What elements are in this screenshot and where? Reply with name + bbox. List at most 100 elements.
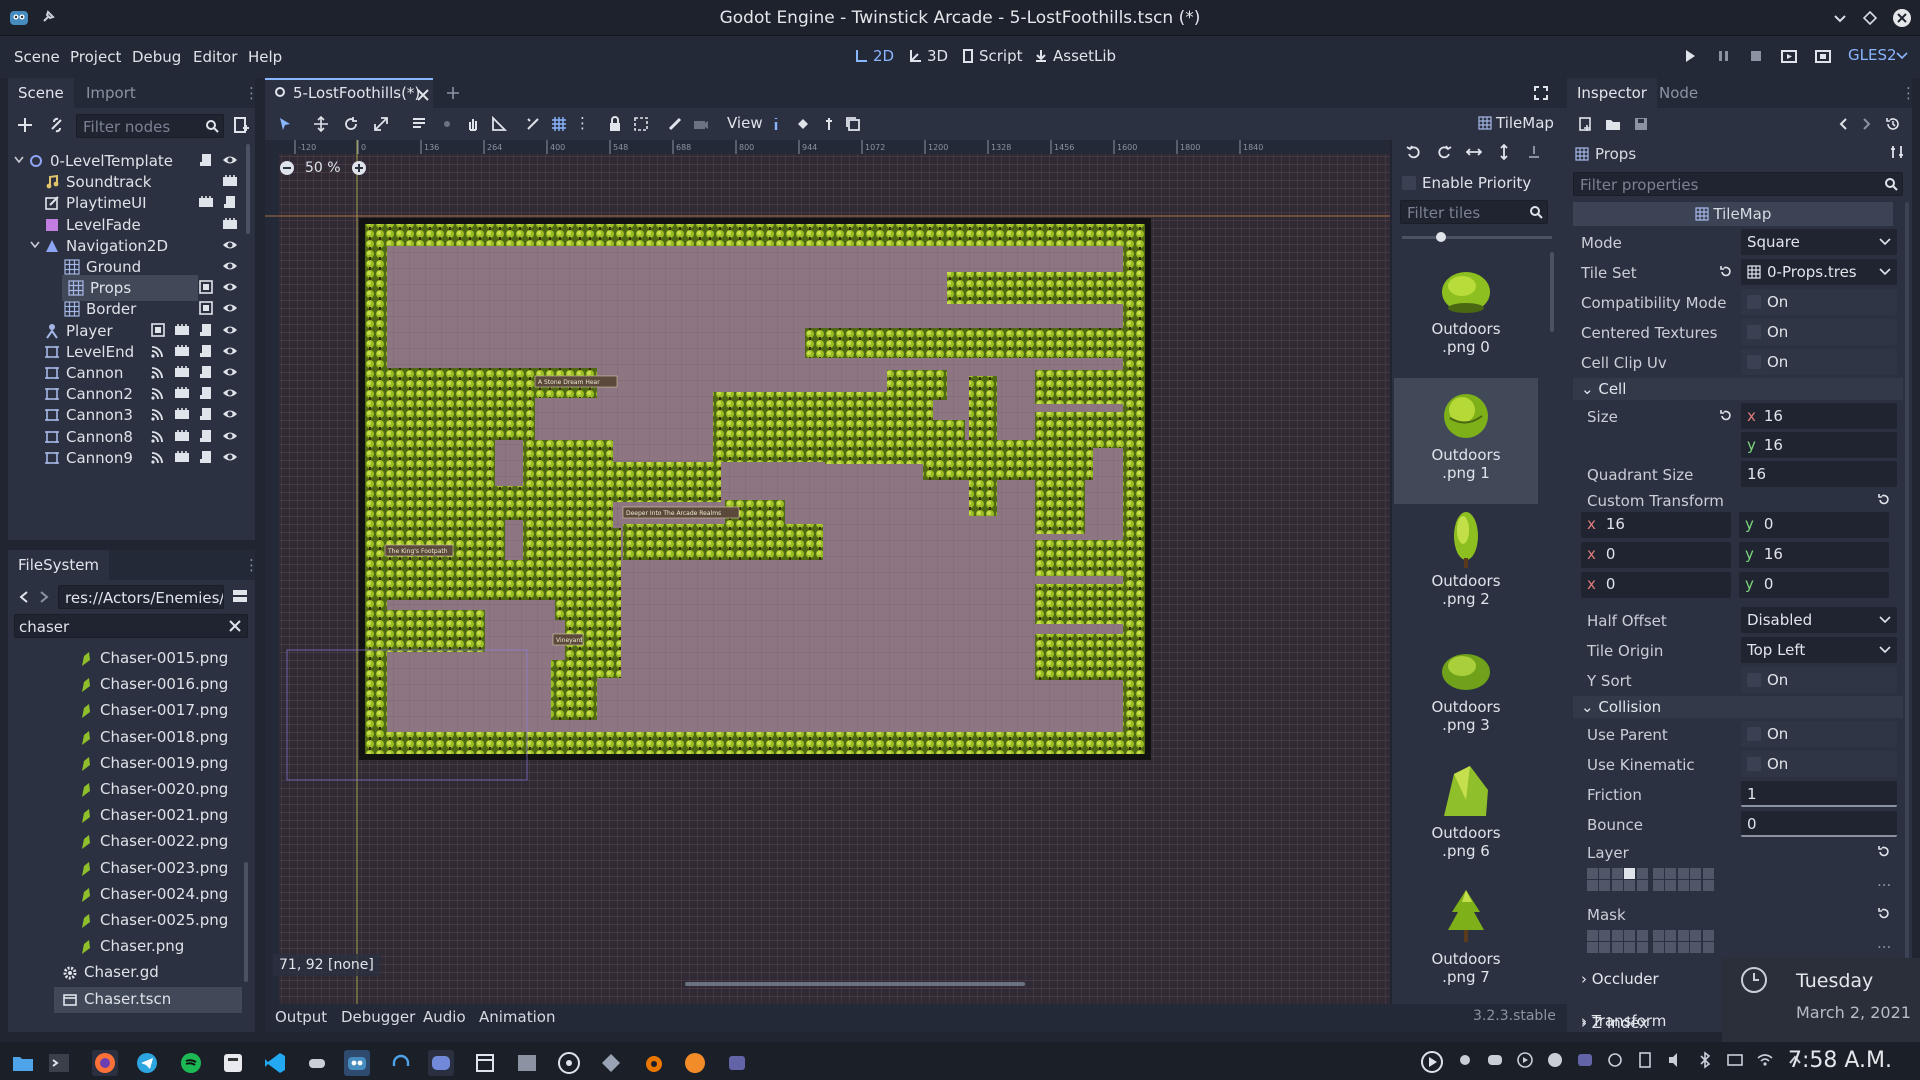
mark-icon[interactable] (198, 300, 214, 316)
mask-more-button[interactable]: ... (1877, 934, 1891, 952)
use-kinematic-checkbox[interactable]: On (1741, 751, 1897, 777)
film-icon[interactable] (222, 173, 238, 189)
canvas-viewport[interactable]: -120 0 136 264 400 548 688 800 944 1072 1200 1328 14… (265, 140, 1390, 1004)
bit-toggle[interactable] (1690, 880, 1702, 891)
attach-script-icon[interactable] (232, 116, 250, 134)
object-properties-icon[interactable] (1889, 144, 1905, 160)
bit-toggle[interactable] (1653, 868, 1664, 879)
game-controller-icon[interactable] (304, 1050, 330, 1076)
script-icon[interactable] (198, 343, 214, 359)
tab-filesystem[interactable]: FileSystem (8, 550, 110, 580)
editor-icon[interactable] (514, 1050, 540, 1076)
file-item[interactable]: Chaser-0024.png (70, 882, 242, 908)
pause-icon[interactable] (1716, 48, 1732, 64)
tab-node[interactable]: Node (1649, 78, 1708, 108)
renderer-chevron-icon[interactable] (1896, 52, 1908, 60)
signal-icon[interactable] (150, 406, 166, 422)
bit-toggle[interactable] (1702, 942, 1714, 953)
film-icon[interactable] (174, 449, 190, 465)
compat-checkbox[interactable]: On (1741, 289, 1897, 315)
filter-tiles-input[interactable]: Filter tiles (1400, 200, 1548, 224)
eye-icon[interactable] (222, 428, 238, 444)
bit-toggle[interactable] (1611, 868, 1623, 879)
tile-size-slider-handle[interactable] (1436, 232, 1446, 242)
date-notification[interactable]: Tuesday March 2, 2021 (1722, 958, 1920, 1042)
script-icon[interactable] (198, 322, 214, 338)
centered-checkbox[interactable]: On (1741, 319, 1897, 345)
clipuv-checkbox[interactable]: On (1741, 349, 1897, 375)
signal-icon[interactable] (150, 343, 166, 359)
bit-toggle[interactable] (1653, 930, 1664, 941)
film-icon[interactable] (174, 364, 190, 380)
film-icon[interactable] (174, 343, 190, 359)
instance-scene-icon[interactable] (48, 116, 66, 134)
film-icon[interactable] (222, 216, 238, 232)
instance-icon[interactable] (198, 152, 214, 168)
scale-mode-icon[interactable] (373, 116, 389, 132)
add-node-icon[interactable] (16, 116, 34, 134)
blender-icon[interactable] (640, 1050, 666, 1076)
signal-icon[interactable] (150, 449, 166, 465)
bit-toggle[interactable] (1624, 942, 1636, 953)
bit-toggle[interactable] (1690, 942, 1702, 953)
eye-icon[interactable] (222, 300, 238, 316)
use-parent-checkbox[interactable]: On (1741, 721, 1897, 747)
split-view-icon[interactable] (232, 588, 248, 604)
bit-toggle[interactable] (1677, 868, 1689, 879)
camera-icon[interactable] (693, 116, 709, 132)
film-icon[interactable] (174, 406, 190, 422)
scene-tab[interactable]: 5-LostFoothills(*) (265, 78, 433, 108)
layer-more-button[interactable]: ... (1877, 872, 1891, 890)
path-field[interactable]: res://Actors/Enemies/C (58, 585, 224, 609)
eye-icon[interactable] (222, 364, 238, 380)
move-mode-icon[interactable] (313, 116, 329, 132)
film-icon[interactable] (174, 428, 190, 444)
bit-toggle[interactable] (1690, 930, 1702, 941)
inspected-object[interactable]: Props (1575, 142, 1875, 166)
workspace-script-button[interactable]: Script (962, 47, 1023, 65)
new-tab-icon[interactable] (445, 85, 461, 101)
file-item[interactable]: Chaser.gd (54, 960, 242, 986)
filter-nodes-input[interactable]: Filter nodes (76, 114, 224, 138)
bit-toggle[interactable] (1624, 930, 1636, 941)
tab-scene[interactable]: Scene (8, 78, 74, 108)
menu-editor[interactable]: Editor (193, 48, 237, 66)
firefox-icon[interactable] (92, 1050, 118, 1076)
notes-icon[interactable] (220, 1050, 246, 1076)
tile-option[interactable]: Outdoors .png 2 (1394, 504, 1538, 630)
krita-icon[interactable] (598, 1050, 624, 1076)
info-icon[interactable] (771, 116, 781, 132)
terminal-icon[interactable] (46, 1050, 72, 1076)
file-item[interactable]: Chaser-0023.png (70, 856, 242, 882)
file-item[interactable]: Chaser-0019.png (70, 751, 242, 777)
smart-snap-icon[interactable] (525, 116, 541, 132)
spotify-icon[interactable] (178, 1050, 204, 1076)
bit-toggle[interactable] (1599, 942, 1611, 953)
tile-origin-select[interactable]: Top Left (1741, 637, 1897, 663)
tile-option[interactable]: Outdoors .png 1 (1394, 378, 1538, 504)
workspace-assetlib-button[interactable]: AssetLib (1034, 47, 1116, 65)
bit-toggle[interactable] (1677, 880, 1689, 891)
expand-chevron-icon[interactable] (30, 241, 40, 249)
section-collision[interactable]: ⌄ Collision (1573, 696, 1903, 718)
mode-select[interactable]: Square (1741, 229, 1897, 255)
bit-toggle[interactable] (1636, 880, 1648, 891)
eye-icon[interactable] (222, 385, 238, 401)
tab-output[interactable]: Output (275, 1008, 327, 1026)
play-icon[interactable] (1682, 48, 1698, 64)
renderer-select[interactable]: GLES2 (1848, 46, 1897, 64)
bit-toggle[interactable] (1611, 930, 1623, 941)
tab-audio[interactable]: Audio (423, 1008, 466, 1026)
bounce-field[interactable]: 0 (1741, 811, 1897, 837)
bit-toggle[interactable] (1587, 942, 1598, 953)
bit-toggle[interactable] (1624, 868, 1636, 879)
obs-icon[interactable] (556, 1050, 582, 1076)
file-item[interactable]: Chaser-0020.png (70, 777, 242, 803)
filesystem-menu-icon[interactable]: ⋮ (244, 556, 259, 574)
size-y-field[interactable]: y 16 (1741, 432, 1897, 458)
tileset-resource[interactable]: 0-Props.tres (1741, 259, 1897, 285)
tab-import[interactable]: Import (76, 78, 146, 108)
workspace-3d-button[interactable]: 3D (908, 47, 948, 65)
enable-priority-checkbox[interactable]: Enable Priority (1402, 174, 1531, 192)
file-item[interactable]: Chaser-0015.png (70, 646, 242, 672)
